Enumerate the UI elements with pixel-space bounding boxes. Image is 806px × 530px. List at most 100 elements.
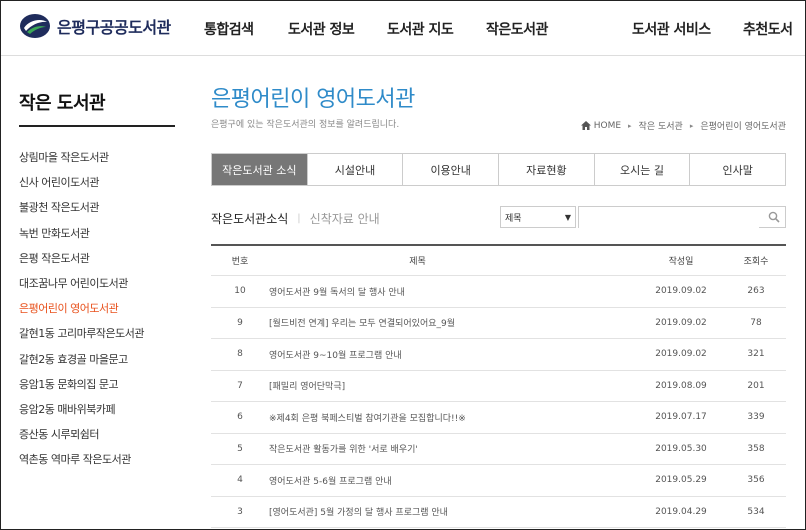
post-views: 321	[747, 349, 765, 360]
post-date: 2019.07.17	[655, 412, 707, 423]
tab-usage-guide[interactable]: 이용안내	[402, 154, 498, 185]
subtab-news[interactable]: 작은도서관소식	[211, 210, 288, 227]
column-header-title: 제목	[409, 257, 426, 267]
caret-down-icon: ▼	[564, 212, 571, 222]
column-header-views: 조회수	[743, 257, 769, 267]
post-title-link[interactable]: [월드비전 연계] 우리는 모두 연결되어있어요_9월	[269, 319, 455, 329]
subtab-divider: |	[297, 213, 301, 224]
nav-recommended-books[interactable]: 추천도서	[743, 19, 793, 39]
sidebar-item[interactable]: 갈현2동 효경골 마을문고	[19, 347, 175, 372]
search-field-select[interactable]: 제목 ▼	[500, 206, 576, 228]
sidebar-item[interactable]: 응암1동 문화의집 문고	[19, 372, 175, 397]
post-title-link[interactable]: 영어도서관 9월 독서의 달 행사 안내	[269, 288, 405, 298]
nav-integrated-search[interactable]: 통합검색	[204, 19, 254, 39]
nav-library-service[interactable]: 도서관 서비스	[632, 19, 711, 39]
post-number: 5	[237, 443, 243, 454]
table-row: 4 영어도서관 5-6월 프로그램 안내 2019.05.29 356	[211, 465, 786, 497]
search-input[interactable]	[579, 210, 759, 230]
post-views: 78	[750, 317, 762, 328]
breadcrumb-home[interactable]: HOME	[594, 121, 621, 131]
column-header-number: 번호	[231, 257, 249, 267]
table-row: 8 영어도서관 9~10월 프로그램 안내 2019.09.02 321	[211, 339, 786, 371]
post-date: 2019.05.30	[655, 443, 707, 454]
sidebar: 작은 도서관 상림마을 작은도서관 신사 어린이도서관 불광천 작은도서관 녹번…	[19, 89, 175, 472]
tab-facilities[interactable]: 시설안내	[306, 154, 403, 185]
column-header-date: 작성일	[668, 257, 694, 267]
chevron-right-icon: ▸	[689, 121, 694, 130]
table-header: 번호 제목 작성일 조회수	[211, 246, 786, 276]
post-title-link[interactable]: [영어도서관] 5월 가정의 달 행사 프로그램 안내	[269, 508, 448, 518]
board-search: 제목 ▼	[500, 206, 786, 230]
search-icon[interactable]	[768, 211, 780, 223]
nav-library-info[interactable]: 도서관 정보	[288, 19, 355, 39]
home-icon	[580, 121, 591, 130]
nav-small-library[interactable]: 작은도서관	[486, 19, 548, 39]
table-row: 6 ※제4회 은평 북페스티벌 참여기관을 모집합니다!!※ 2019.07.1…	[211, 402, 786, 434]
post-views: 534	[747, 506, 765, 517]
post-date: 2019.09.02	[655, 286, 707, 297]
chevron-right-icon: ▸	[628, 121, 632, 130]
logo-text: 은평구공공도서관	[57, 18, 171, 37]
sidebar-item[interactable]: 녹번 만화도서관	[19, 221, 175, 246]
site-header: 은평구공공도서관 통합검색 도서관 정보 도서관 지도 작은도서관 도서관 서비…	[1, 1, 805, 56]
breadcrumb-current: 은평어린이 영어도서관	[700, 122, 786, 132]
table-row: 10 영어도서관 9월 독서의 달 행사 안내 2019.09.02 263	[211, 276, 786, 308]
sidebar-item[interactable]: 신사 어린이도서관	[19, 170, 175, 195]
post-views: 358	[747, 443, 765, 454]
sidebar-item[interactable]: 불광천 작은도서관	[19, 195, 175, 220]
post-title-link[interactable]: 영어도서관 9~10월 프로그램 안내	[269, 351, 402, 361]
tab-directions[interactable]: 오시는 길	[593, 154, 690, 185]
post-title-link[interactable]: 영어도서관 5-6월 프로그램 안내	[269, 477, 392, 487]
breadcrumb: HOME ▸ 작은 도서관 ▸ 은평어린이 영어도서관	[580, 119, 786, 132]
sidebar-item[interactable]: 증산동 시루뫼쉼터	[19, 422, 175, 447]
post-views: 356	[747, 475, 765, 486]
post-date: 2019.09.02	[655, 317, 707, 328]
post-title-link[interactable]: 작은도서관 활동가를 위한 '서로 배우기'	[269, 445, 418, 455]
post-views: 201	[747, 380, 765, 391]
post-views: 339	[747, 412, 765, 423]
board-subtabs: 작은도서관소식 | 신착자료 안내	[211, 210, 380, 227]
post-title-link[interactable]: ※제4회 은평 북페스티벌 참여기관을 모집합니다!!※	[269, 414, 466, 424]
breadcrumb-item[interactable]: 작은 도서관	[639, 119, 683, 132]
table-row: 9 [월드비전 연계] 우리는 모두 연결되어있어요_9월 2019.09.02…	[211, 308, 786, 339]
search-box	[578, 206, 786, 230]
tab-news[interactable]: 작은도서관 소식	[212, 154, 307, 185]
tab-greeting[interactable]: 인사말	[689, 154, 785, 185]
post-number: 6	[237, 412, 243, 423]
site-logo[interactable]: 은평구공공도서관	[19, 12, 171, 40]
main-content: 은평어린이 영어도서관 은평구에 있는 작은도서관의 정보를 알려드립니다. H…	[211, 81, 786, 528]
post-number: 4	[237, 475, 243, 486]
post-date: 2019.09.02	[655, 349, 707, 360]
post-number: 8	[237, 349, 243, 360]
sidebar-item[interactable]: 대조꿈나무 어린이도서관	[19, 271, 175, 296]
post-number: 10	[234, 286, 246, 297]
sidebar-item[interactable]: 응암2동 매바위북카페	[19, 397, 175, 422]
post-date: 2019.05.29	[655, 475, 707, 486]
table-row: 3 [영어도서관] 5월 가정의 달 행사 프로그램 안내 2019.04.29…	[211, 497, 786, 528]
logo-emblem-icon	[20, 14, 50, 38]
post-date: 2019.04.29	[655, 506, 707, 517]
sidebar-item[interactable]: 역촌동 역마루 작은도서관	[19, 447, 175, 472]
sidebar-title: 작은 도서관	[19, 89, 175, 127]
table-row: 7 [패밀리 영어단막극] 2019.08.09 201	[211, 371, 786, 402]
search-select-value: 제목	[505, 213, 522, 224]
post-title-link[interactable]: [패밀리 영어단막극]	[269, 382, 345, 392]
sidebar-item-active[interactable]: 은평어린이 영어도서관	[19, 296, 175, 321]
post-number: 7	[237, 380, 243, 391]
sidebar-item[interactable]: 상림마을 작은도서관	[19, 145, 175, 170]
tab-collection[interactable]: 자료현황	[498, 154, 594, 185]
subtab-new-arrivals[interactable]: 신착자료 안내	[310, 210, 380, 227]
sidebar-item[interactable]: 은평 작은도서관	[19, 246, 175, 271]
post-date: 2019.08.09	[655, 380, 707, 391]
sidebar-item[interactable]: 갈현1동 고리마루작은도서관	[19, 321, 175, 346]
content-tabs: 작은도서관 소식 시설안내 이용안내 자료현황 오시는 길 인사말	[211, 153, 786, 186]
table-row: 5 작은도서관 활동가를 위한 '서로 배우기' 2019.05.30 358	[211, 434, 786, 465]
page-title: 은평어린이 영어도서관	[211, 87, 415, 112]
post-views: 263	[747, 286, 765, 297]
post-number: 3	[237, 506, 243, 517]
post-number: 9	[237, 317, 243, 328]
nav-library-map[interactable]: 도서관 지도	[387, 19, 454, 39]
notice-board: 번호 제목 작성일 조회수 10 영어도서관 9월 독서의 달 행사 안내 20…	[211, 244, 786, 528]
page-frame: 은평구공공도서관 통합검색 도서관 정보 도서관 지도 작은도서관 도서관 서비…	[0, 0, 806, 530]
sidebar-menu: 상림마을 작은도서관 신사 어린이도서관 불광천 작은도서관 녹번 만화도서관 …	[19, 145, 175, 472]
